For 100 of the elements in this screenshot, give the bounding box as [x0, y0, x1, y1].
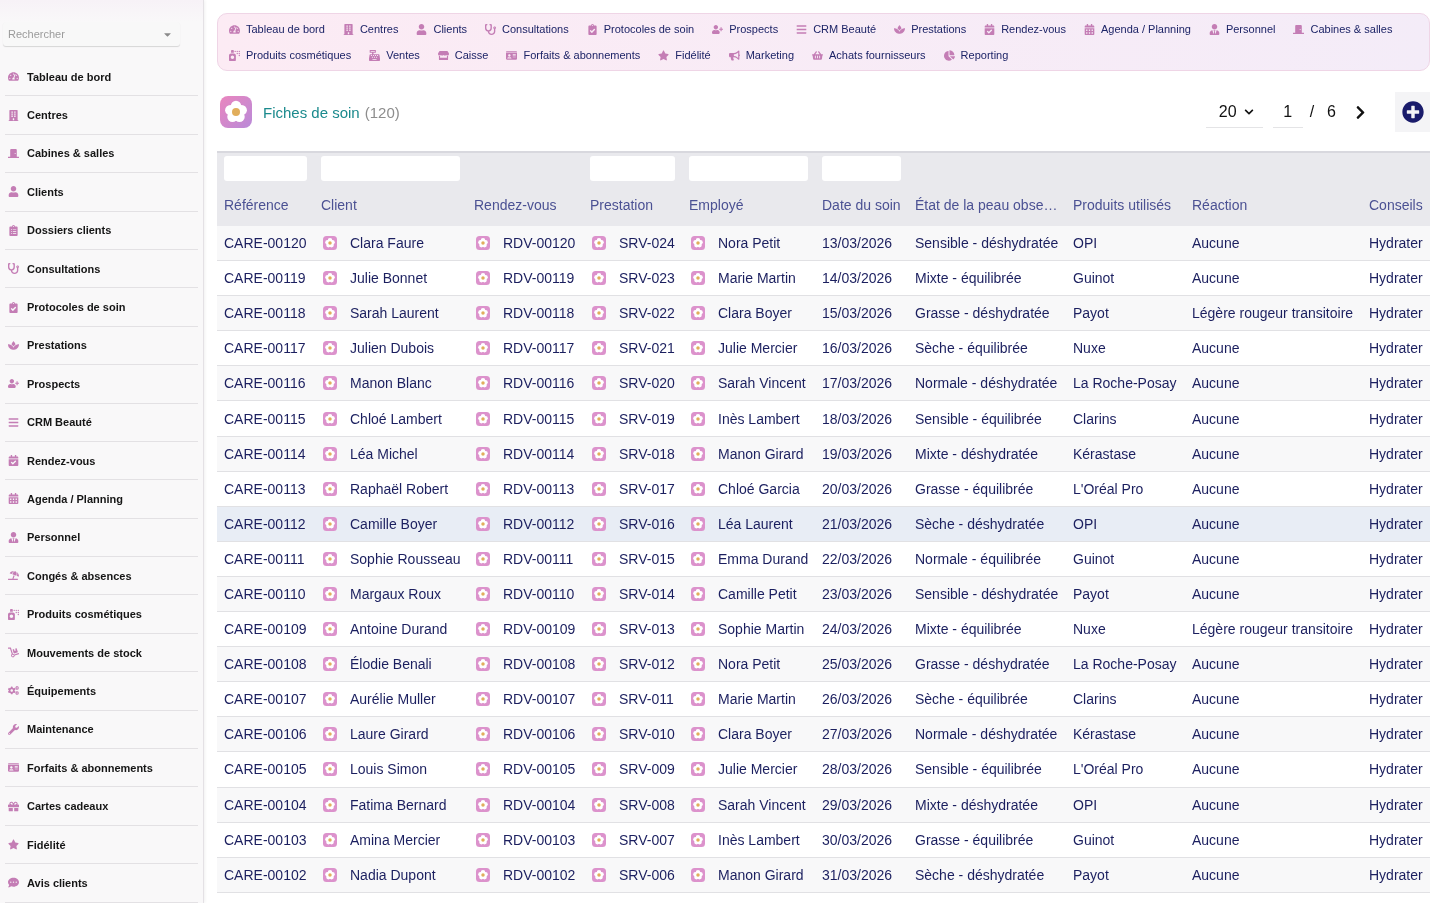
cell-link[interactable]: RDV-00118 [503, 305, 575, 322]
table-row[interactable]: CARE-00118 Sarah Laurent RDV-00118 SRV-022 Clara Boyer 15/03/2026 Grasse - déshydratée Payot Légère rougeur transitoire Hydrater [217, 296, 1430, 332]
sidebar-item[interactable]: Personnel [5, 518, 198, 558]
cell-link[interactable]: Julie Mercier [718, 340, 798, 357]
cell-link[interactable]: RDV-00110 [503, 586, 575, 602]
nav-link[interactable]: Personnel [1208, 21, 1276, 37]
nav-link[interactable]: Consultations [485, 21, 569, 37]
sidebar-item[interactable]: Mouvements de stock [5, 633, 198, 673]
cell-link[interactable]: SRV-020 [619, 375, 675, 392]
table-row[interactable]: CARE-00106 Laure Girard RDV-00106 SRV-010 Clara Boyer 27/03/2026 Normale - déshydratée Kérastase Aucune Hydrater [217, 717, 1430, 753]
table-row[interactable]: CARE-00120 Clara Faure RDV-00120 SRV-024 Nora Petit 13/03/2026 Sensible - déshydratée OPI Aucune Hydrater [217, 226, 1430, 262]
column-header[interactable]: État de la peau obse… [915, 197, 1058, 214]
cell-link[interactable]: Aurélie Muller [350, 691, 436, 708]
cell-link[interactable]: Julie Bonnet [350, 270, 428, 287]
cell-link[interactable]: RDV-00119 [503, 270, 575, 287]
sidebar-item[interactable]: Prospects [5, 365, 198, 404]
sidebar-item[interactable]: Produits cosmétiques [5, 595, 198, 634]
column-header[interactable]: Rendez-vous [474, 197, 557, 214]
table-row[interactable]: CARE-00110 Margaux Roux RDV-00110 SRV-014 Camille Petit 23/03/2026 Sensible - déshydratée Payot Aucune Hydrater [217, 576, 1430, 613]
search-field[interactable]: Rechercher [3, 22, 180, 46]
sidebar-item[interactable]: Prestations [5, 326, 198, 366]
cell-link[interactable]: Sarah Laurent [350, 305, 439, 322]
cell-link[interactable]: RDV-00115 [503, 410, 575, 427]
nav-link[interactable]: Produits cosmétiques [229, 47, 352, 63]
cell-link[interactable]: Antoine Durand [350, 621, 448, 638]
cell-link[interactable]: Sarah Vincent [718, 796, 806, 813]
cell-link[interactable]: RDV-00117 [503, 340, 575, 357]
cell-link[interactable]: Manon Girard [718, 866, 804, 883]
nav-link[interactable]: Caisse [437, 47, 489, 63]
page-size-select[interactable]: 20 [1205, 97, 1263, 127]
nav-link[interactable]: Reporting [943, 47, 1009, 63]
nav-link[interactable]: Cabines & salles [1293, 21, 1393, 37]
nav-link[interactable]: Achats fournisseurs [812, 47, 926, 63]
cell-link[interactable]: SRV-014 [619, 586, 675, 602]
sidebar-item[interactable]: Fidélité [5, 825, 198, 865]
cell-link[interactable]: Chloé Garcia [718, 480, 800, 497]
cell-link[interactable]: Nora Petit [718, 235, 781, 252]
cell-link[interactable]: Élodie Benali [350, 656, 432, 673]
nav-link[interactable]: Clients [416, 21, 468, 37]
table-row[interactable]: CARE-00114 Léa Michel RDV-00114 SRV-018 Manon Girard 19/03/2026 Mixte - déshydratée Kérastase Aucune Hydrater [217, 436, 1430, 472]
nav-link[interactable]: Agenda / Planning [1084, 21, 1191, 37]
cell-link[interactable]: RDV-00105 [503, 761, 576, 778]
cell-link[interactable]: Inès Lambert [718, 831, 800, 848]
table-row[interactable]: CARE-00108 Élodie Benali RDV-00108 SRV-012 Nora Petit 25/03/2026 Grasse - déshydratée La Roche-Posay Aucune Hydrater [217, 647, 1430, 683]
cell-link[interactable]: Fatima Bernard [350, 796, 447, 813]
cell-link[interactable]: SRV-009 [619, 761, 675, 778]
cell-link[interactable]: SRV-010 [619, 726, 675, 743]
nav-link[interactable]: Rendez-vous [984, 21, 1066, 37]
column-header[interactable]: Conseils [1369, 197, 1423, 214]
cell-link[interactable]: SRV-024 [619, 235, 675, 252]
sidebar-item[interactable]: CRM Beauté [5, 403, 198, 442]
cell-link[interactable]: Marie Martin [718, 691, 796, 708]
cell-link[interactable]: SRV-018 [619, 445, 675, 462]
sidebar-item[interactable]: Équipements [5, 672, 198, 711]
cell-link[interactable]: Camille Boyer [350, 515, 438, 532]
cell-link[interactable]: SRV-021 [619, 340, 675, 357]
cell-link[interactable]: SRV-017 [619, 480, 675, 497]
cell-link[interactable]: Julien Dubois [350, 340, 435, 357]
nav-link[interactable]: Marketing [728, 47, 794, 63]
nav-link[interactable]: Prospects [712, 21, 779, 37]
cell-link[interactable]: Léa Michel [350, 445, 418, 462]
cell-link[interactable]: Margaux Roux [350, 586, 442, 602]
cell-link[interactable]: Sophie Martin [718, 621, 805, 638]
nav-link[interactable]: Centres [342, 21, 399, 37]
cell-link[interactable]: RDV-00103 [503, 831, 576, 848]
cell-link[interactable]: SRV-023 [619, 270, 675, 287]
cell-link[interactable]: SRV-011 [619, 691, 674, 708]
cell-link[interactable]: Camille Petit [718, 586, 797, 602]
cell-link[interactable]: Clara Boyer [718, 726, 792, 743]
sidebar-item[interactable]: Dossiers clients [5, 211, 198, 250]
nav-link[interactable]: Prestations [894, 21, 967, 37]
cell-link[interactable]: SRV-019 [619, 410, 675, 427]
cell-link[interactable]: Chloé Lambert [350, 410, 442, 427]
cell-link[interactable]: RDV-00104 [503, 796, 576, 813]
cell-link[interactable]: SRV-015 [619, 550, 675, 567]
cell-link[interactable]: SRV-016 [619, 515, 675, 532]
column-header[interactable]: Employé [689, 197, 744, 214]
cell-link[interactable]: Clara Boyer [718, 305, 792, 322]
cell-link[interactable]: Inès Lambert [718, 410, 800, 427]
table-row[interactable]: CARE-00102 Nadia Dupont RDV-00102 SRV-006 Manon Girard 31/03/2026 Sèche - déshydratée Payot Aucune Hydrater [217, 857, 1430, 893]
cell-link[interactable]: Julie Mercier [718, 761, 798, 778]
cell-link[interactable]: RDV-00114 [503, 445, 575, 462]
cell-link[interactable]: RDV-00102 [503, 866, 576, 883]
cell-link[interactable]: Amina Mercier [350, 831, 441, 848]
column-header[interactable]: Date du soin [822, 197, 901, 214]
cell-link[interactable]: RDV-00116 [503, 375, 575, 392]
sidebar-item[interactable]: Clients [5, 173, 198, 212]
table-row[interactable]: CARE-00112 Camille Boyer RDV-00112 SRV-016 Léa Laurent 21/03/2026 Sèche - déshydratée OPI Aucune Hydrater [217, 506, 1430, 542]
cell-link[interactable]: RDV-00113 [503, 480, 575, 497]
cell-link[interactable]: Nora Petit [718, 656, 781, 673]
cell-link[interactable]: SRV-012 [619, 656, 675, 673]
table-row[interactable]: CARE-00104 Fatima Bernard RDV-00104 SRV-008 Sarah Vincent 29/03/2026 Mixte - déshydratée OPI Aucune Hydrater [217, 787, 1430, 823]
sidebar-item[interactable]: Forfaits & abonnements [5, 749, 198, 788]
cell-link[interactable]: RDV-00106 [503, 726, 576, 743]
cell-link[interactable]: Manon Girard [718, 445, 804, 462]
column-header[interactable]: Prestation [590, 197, 654, 214]
cell-link[interactable]: SRV-008 [619, 796, 675, 813]
cell-link[interactable]: RDV-00109 [503, 621, 576, 638]
cell-link[interactable]: Léa Laurent [718, 515, 793, 532]
sidebar-item[interactable]: Centres [5, 96, 198, 135]
